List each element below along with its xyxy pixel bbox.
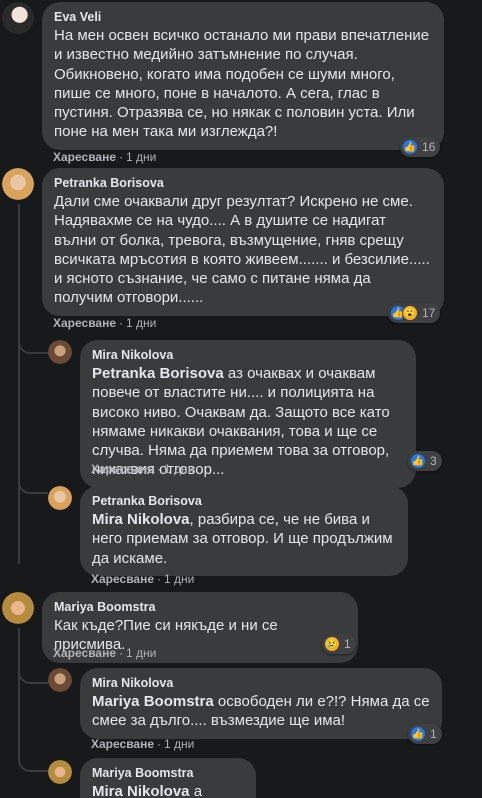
like-reaction-icon: 👍 bbox=[410, 726, 426, 742]
thread-line bbox=[18, 204, 20, 564]
author-name[interactable]: Mira Nikolova bbox=[92, 348, 404, 362]
reaction-count: 1 bbox=[344, 637, 351, 651]
mention-link[interactable]: Mira Nikolova bbox=[92, 511, 190, 528]
thread-connector bbox=[18, 330, 48, 354]
avatar[interactable] bbox=[2, 592, 34, 624]
reaction-summary[interactable]: 👍 16 bbox=[400, 137, 441, 157]
like-button[interactable]: Харесване bbox=[53, 316, 116, 330]
avatar[interactable] bbox=[2, 2, 34, 34]
reaction-summary[interactable]: 👍 1 bbox=[408, 724, 442, 744]
comment-actions: Харесване · 1 дни bbox=[91, 462, 194, 476]
like-reaction-icon: 👍 bbox=[402, 139, 418, 155]
thread-connector bbox=[18, 470, 48, 494]
like-button[interactable]: Харесване bbox=[53, 646, 116, 660]
comment-text: На мен освен всичко останало ми прави вп… bbox=[54, 27, 430, 141]
mention-link[interactable]: Petranka Borisova bbox=[92, 365, 224, 382]
reaction-count: 3 bbox=[430, 454, 437, 468]
comment-bubble: Petranka Borisova Дали сме очаквали друг… bbox=[42, 168, 444, 316]
reaction-summary[interactable]: 😢 1 bbox=[322, 634, 356, 654]
like-reaction-icon: 👍 bbox=[410, 453, 426, 469]
reaction-summary[interactable]: 👍 3 bbox=[408, 451, 442, 471]
like-button[interactable]: Харесване bbox=[91, 462, 154, 476]
comment-bubble: Mariya Boomstra Mira Nikolova а дано! bbox=[80, 758, 256, 798]
author-name[interactable]: Mariya Boomstra bbox=[92, 766, 244, 780]
author-name[interactable]: Mariya Boomstra bbox=[54, 600, 346, 614]
separator: · bbox=[119, 316, 124, 330]
sad-reaction-icon: 😢 bbox=[324, 636, 340, 652]
separator: · bbox=[119, 646, 124, 660]
timestamp[interactable]: 1 дни bbox=[164, 737, 194, 751]
thread-connector bbox=[18, 660, 48, 684]
avatar[interactable] bbox=[48, 486, 72, 510]
timestamp[interactable]: 1 дни bbox=[126, 646, 156, 660]
comment-actions: Харесване · 1 дни bbox=[53, 150, 156, 164]
thread-connector bbox=[18, 748, 48, 772]
comment-bubble: Mira Nikolova Mariya Boomstra освободен … bbox=[80, 668, 442, 739]
like-button[interactable]: Харесване bbox=[53, 150, 116, 164]
separator: · bbox=[157, 462, 162, 476]
comment-bubble: Eva Veli На мен освен всичко останало ми… bbox=[42, 2, 444, 150]
avatar[interactable] bbox=[48, 340, 72, 364]
timestamp[interactable]: 1 дни bbox=[126, 316, 156, 330]
separator: · bbox=[157, 737, 162, 751]
comment-text: Mira Nikolova, разбира се, че не бива и … bbox=[92, 510, 396, 568]
thread-line bbox=[18, 628, 20, 748]
reaction-count: 17 bbox=[422, 306, 436, 320]
author-name[interactable]: Eva Veli bbox=[54, 10, 432, 24]
mention-link[interactable]: Mariya Boomstra bbox=[92, 693, 214, 710]
avatar[interactable] bbox=[2, 168, 34, 200]
author-name[interactable]: Petranka Borisova bbox=[54, 176, 432, 190]
comment-text: Mariya Boomstra освободен ли е?!? Няма д… bbox=[92, 692, 430, 731]
comment-text: Mira Nikolova а дано! bbox=[92, 782, 244, 798]
timestamp[interactable]: 1 дни bbox=[126, 150, 156, 164]
wow-reaction-icon: 😮 bbox=[402, 305, 418, 321]
mention-link[interactable]: Mira Nikolova bbox=[92, 783, 190, 798]
comment-actions: Харесване · 1 дни bbox=[53, 646, 156, 660]
timestamp[interactable]: 1 дни bbox=[164, 572, 194, 586]
like-button[interactable]: Харесване bbox=[91, 737, 154, 751]
avatar[interactable] bbox=[48, 760, 72, 784]
reaction-count: 1 bbox=[430, 727, 437, 741]
avatar[interactable] bbox=[48, 668, 72, 692]
comment-text: Дали сме очаквали друг резултат? Искрено… bbox=[54, 193, 430, 307]
like-button[interactable]: Харесване bbox=[91, 572, 154, 586]
comment-actions: Харесване · 1 дни bbox=[53, 316, 156, 330]
reaction-count: 16 bbox=[422, 140, 436, 154]
comment-actions: Харесване · 1 дни bbox=[91, 737, 194, 751]
author-name[interactable]: Mira Nikolova bbox=[92, 676, 430, 690]
author-name[interactable]: Petranka Borisova bbox=[92, 494, 396, 508]
reaction-summary[interactable]: 👍 😮 17 bbox=[388, 303, 441, 323]
comment-actions: Харесване · 1 дни bbox=[91, 572, 194, 586]
comment-bubble: Petranka Borisova Mira Nikolova, разбира… bbox=[80, 486, 408, 576]
timestamp[interactable]: 1 дни bbox=[164, 462, 194, 476]
separator: · bbox=[119, 150, 124, 164]
separator: · bbox=[157, 572, 162, 586]
